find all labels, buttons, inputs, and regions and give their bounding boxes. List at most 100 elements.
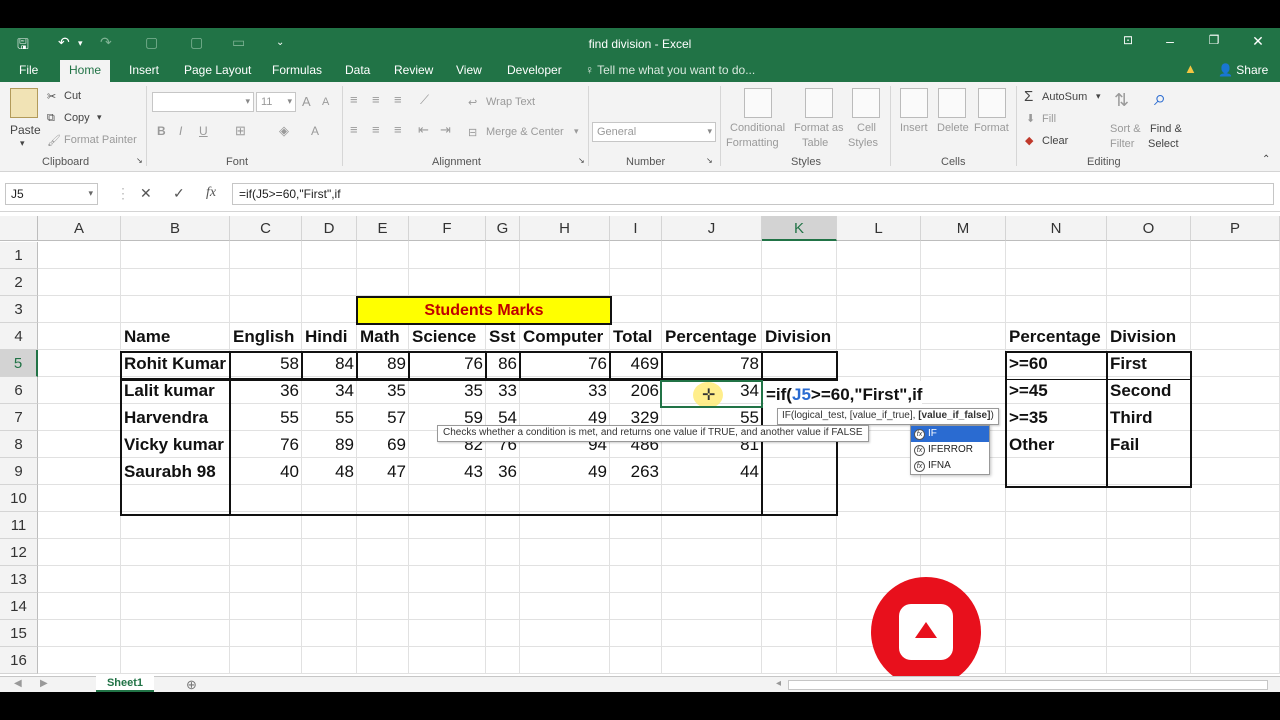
column-header-h[interactable]: H xyxy=(520,216,610,241)
column-header-p[interactable]: P xyxy=(1191,216,1280,241)
table-cell[interactable]: 89 xyxy=(357,350,409,377)
table-cell[interactable]: 263 xyxy=(610,458,662,485)
table-cell[interactable]: 76 xyxy=(520,350,610,377)
table-cell[interactable]: 55 xyxy=(302,404,357,431)
excel-window: 🖫 ↶ ▾ ↷ ▢ ▢ ▭ ⌄ find division - Excel ⊡ … xyxy=(0,28,1280,692)
column-header-j[interactable]: J xyxy=(662,216,762,241)
table-cell[interactable]: 469 xyxy=(610,350,662,377)
row-header-5[interactable]: 5 xyxy=(0,350,38,377)
table-cell[interactable]: 35 xyxy=(409,377,486,404)
row-header-7[interactable]: 7 xyxy=(0,404,38,431)
table-cell[interactable]: 206 xyxy=(610,377,662,404)
table-cell[interactable]: 58 xyxy=(230,350,302,377)
column-header-n[interactable]: N xyxy=(1006,216,1107,241)
student-name-cell[interactable]: Rohit Kumar xyxy=(121,350,230,377)
select-all-corner[interactable] xyxy=(0,216,38,241)
row-header-8[interactable]: 8 xyxy=(0,431,38,458)
lookup-range-cell[interactable]: >=60 xyxy=(1006,350,1107,377)
sheet-title-cell[interactable]: Students Marks xyxy=(356,296,612,325)
table-cell[interactable]: 89 xyxy=(302,431,357,458)
header-cell[interactable]: Percentage xyxy=(662,323,762,350)
table-cell[interactable]: 55 xyxy=(230,404,302,431)
column-header-d[interactable]: D xyxy=(302,216,357,241)
column-header-k[interactable]: K xyxy=(762,216,837,241)
row-header-1[interactable]: 1 xyxy=(0,242,38,269)
student-name-cell[interactable]: Harvendra xyxy=(121,404,230,431)
header-cell[interactable]: Sst xyxy=(486,323,520,350)
sheet-tab-sheet1[interactable]: Sheet1 xyxy=(96,676,154,692)
table-cell[interactable]: 78 xyxy=(662,350,762,377)
column-header-b[interactable]: B xyxy=(121,216,230,241)
horizontal-scrollbar[interactable] xyxy=(788,680,1268,690)
row-header-15[interactable]: 15 xyxy=(0,620,38,647)
row-header-9[interactable]: 9 xyxy=(0,458,38,485)
row-header-2[interactable]: 2 xyxy=(0,269,38,296)
header-cell[interactable]: Division xyxy=(762,323,837,350)
header-cell[interactable]: English xyxy=(230,323,302,350)
lookup-header-cell[interactable]: Division xyxy=(1107,323,1191,350)
scroll-left-icon[interactable]: ◂ xyxy=(776,678,781,689)
lookup-range-cell[interactable]: >=45 xyxy=(1006,377,1107,404)
lookup-header-cell[interactable]: Percentage xyxy=(1006,323,1107,350)
table-cell[interactable]: 86 xyxy=(486,350,520,377)
autocomplete-item-iferror[interactable]: fx IFERROR xyxy=(911,442,989,458)
header-cell[interactable]: Science xyxy=(409,323,486,350)
next-sheet-icon[interactable]: ▶ xyxy=(40,678,48,689)
lookup-range-cell[interactable]: Other xyxy=(1006,431,1107,458)
table-cell[interactable]: 33 xyxy=(486,377,520,404)
row-header-3[interactable]: 3 xyxy=(0,296,38,323)
table-cell[interactable]: 69 xyxy=(357,431,409,458)
editing-formula-cell[interactable]: =if(J5>=60,"First",if xyxy=(764,381,923,408)
row-header-12[interactable]: 12 xyxy=(0,539,38,566)
header-cell[interactable]: Math xyxy=(357,323,409,350)
column-header-c[interactable]: C xyxy=(230,216,302,241)
row-header-10[interactable]: 10 xyxy=(0,485,38,512)
column-header-o[interactable]: O xyxy=(1107,216,1191,241)
table-cell[interactable]: 57 xyxy=(357,404,409,431)
lookup-division-cell[interactable]: Fail xyxy=(1107,431,1191,458)
lookup-division-cell[interactable]: First xyxy=(1107,350,1191,377)
table-cell[interactable]: 36 xyxy=(486,458,520,485)
autocomplete-item-ifna[interactable]: fx IFNA xyxy=(911,458,989,474)
lookup-range-cell[interactable]: >=35 xyxy=(1006,404,1107,431)
table-cell[interactable]: 48 xyxy=(302,458,357,485)
row-header-6[interactable]: 6 xyxy=(0,377,38,404)
row-header-4[interactable]: 4 xyxy=(0,323,38,350)
student-name-cell[interactable]: Saurabh 98 xyxy=(121,458,230,485)
table-cell[interactable]: 76 xyxy=(409,350,486,377)
autocomplete-item-if[interactable]: fx IF xyxy=(911,426,989,442)
lookup-division-cell[interactable]: Second xyxy=(1107,377,1191,404)
row-header-16[interactable]: 16 xyxy=(0,647,38,674)
add-sheet-icon[interactable]: ⊕ xyxy=(186,677,197,692)
column-header-i[interactable]: I xyxy=(610,216,662,241)
student-name-cell[interactable]: Lalit kumar xyxy=(121,377,230,404)
column-header-f[interactable]: F xyxy=(409,216,486,241)
table-cell[interactable]: 76 xyxy=(230,431,302,458)
prev-sheet-icon[interactable]: ◀ xyxy=(14,678,22,689)
lookup-division-cell[interactable]: Third xyxy=(1107,404,1191,431)
row-header-14[interactable]: 14 xyxy=(0,593,38,620)
function-syntax-tooltip[interactable]: IF(logical_test, [value_if_true], [value… xyxy=(777,408,999,425)
table-cell[interactable]: 33 xyxy=(520,377,610,404)
table-cell[interactable]: 49 xyxy=(520,458,610,485)
table-cell[interactable]: 40 xyxy=(230,458,302,485)
header-cell[interactable]: Total xyxy=(610,323,662,350)
table-cell[interactable]: 35 xyxy=(357,377,409,404)
column-header-m[interactable]: M xyxy=(921,216,1006,241)
column-header-g[interactable]: G xyxy=(486,216,520,241)
column-header-l[interactable]: L xyxy=(837,216,921,241)
column-header-e[interactable]: E xyxy=(357,216,409,241)
table-cell[interactable]: 44 xyxy=(662,458,762,485)
table-cell[interactable]: 43 xyxy=(409,458,486,485)
student-name-cell[interactable]: Vicky kumar xyxy=(121,431,230,458)
header-cell[interactable]: Hindi xyxy=(302,323,357,350)
table-cell[interactable]: 34 xyxy=(302,377,357,404)
table-cell[interactable]: 36 xyxy=(230,377,302,404)
row-header-13[interactable]: 13 xyxy=(0,566,38,593)
header-cell[interactable]: Computer xyxy=(520,323,610,350)
header-cell[interactable]: Name xyxy=(121,323,230,350)
table-cell[interactable]: 84 xyxy=(302,350,357,377)
row-header-11[interactable]: 11 xyxy=(0,512,38,539)
column-header-a[interactable]: A xyxy=(38,216,121,241)
table-cell[interactable]: 47 xyxy=(357,458,409,485)
